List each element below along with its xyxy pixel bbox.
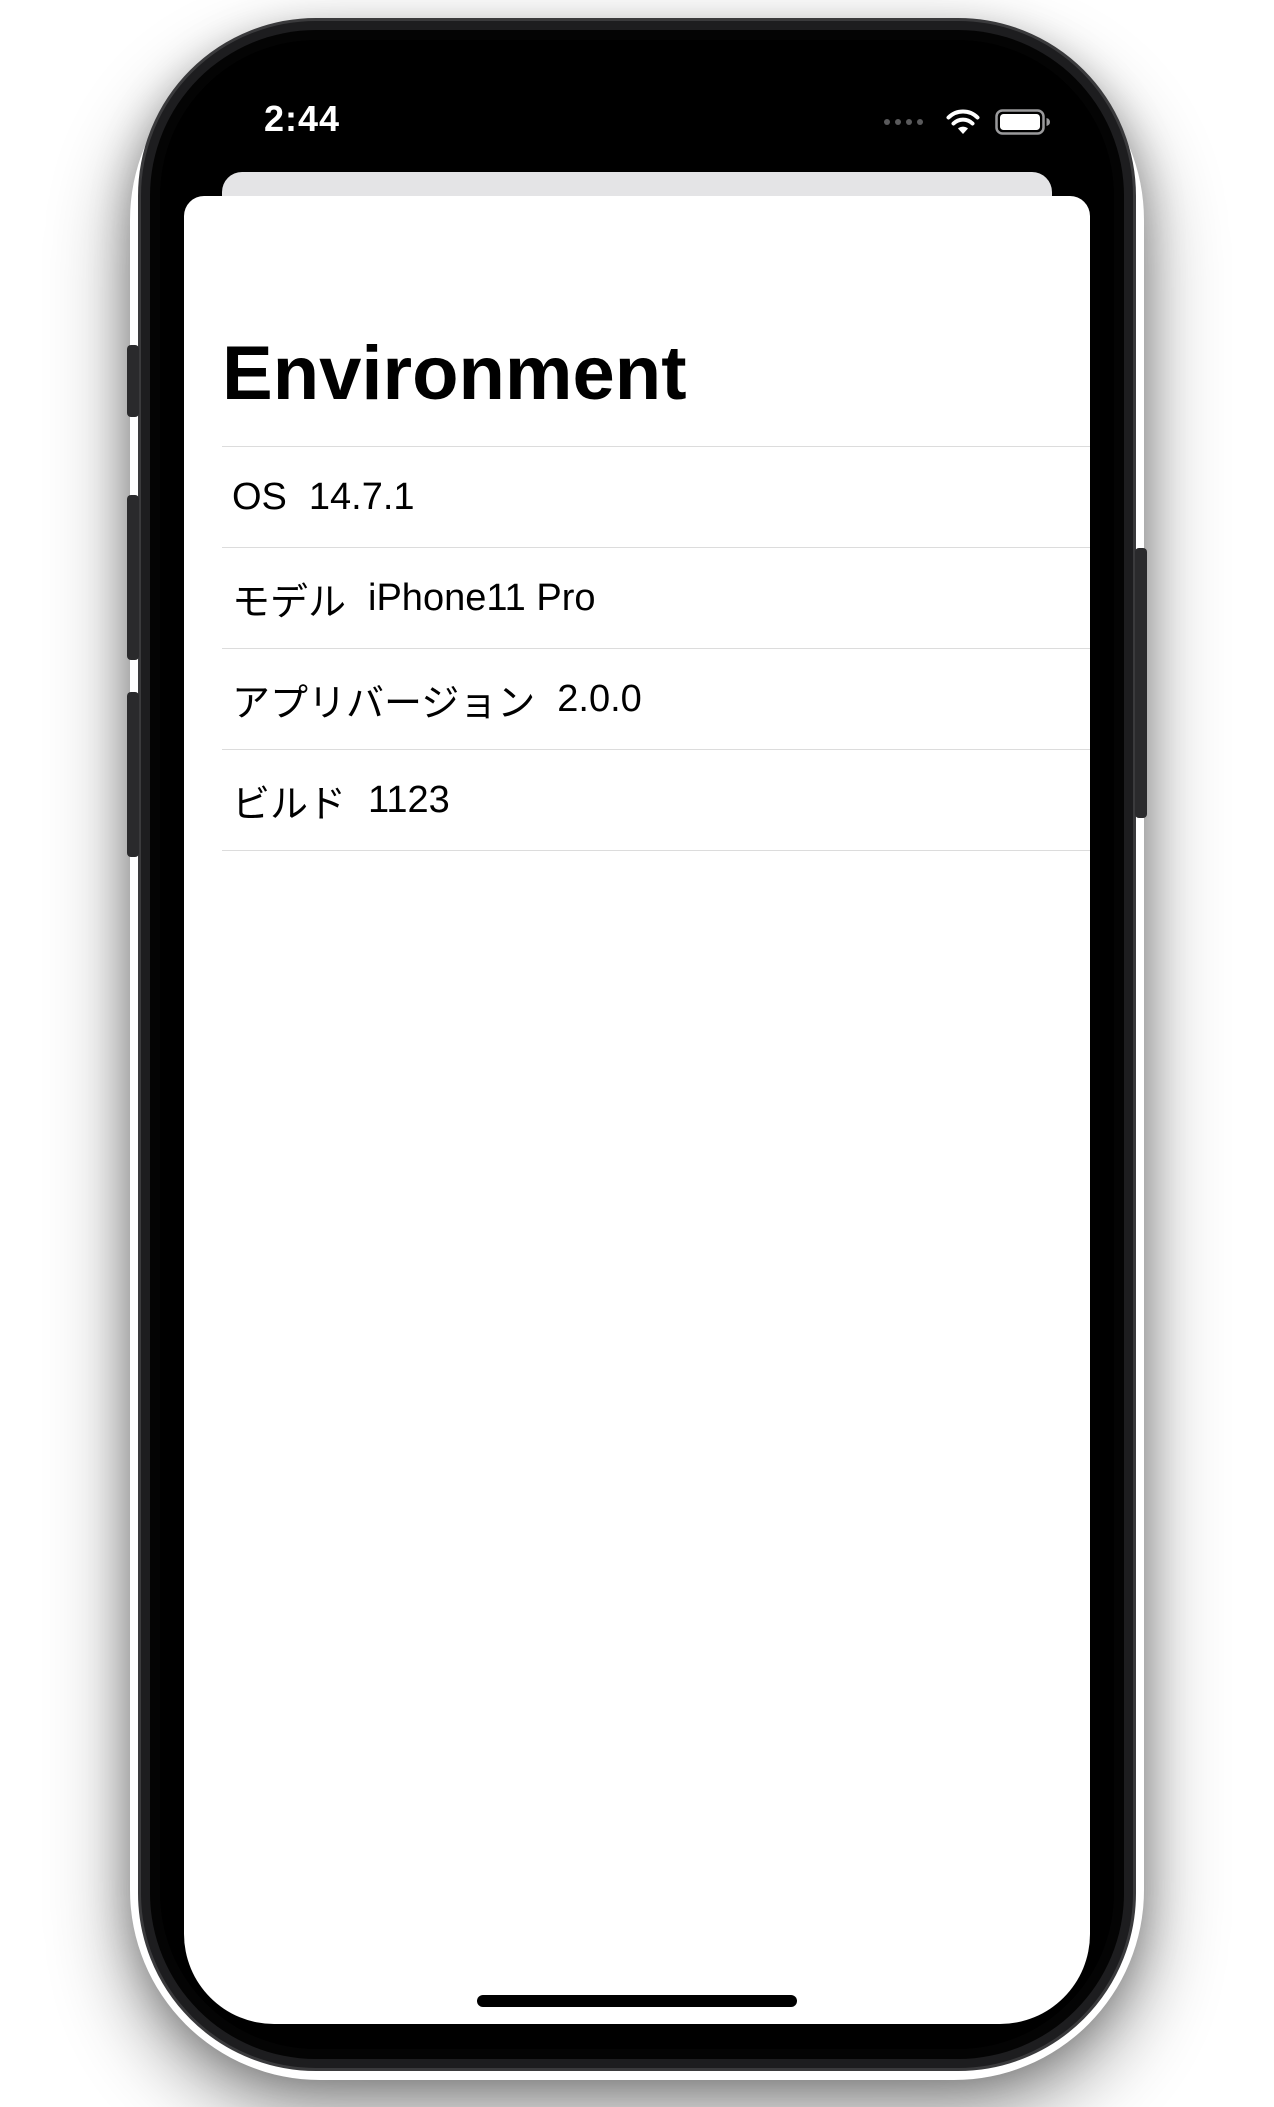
row-label: モデル (232, 581, 347, 624)
row-value: iPhone11 Pro (368, 576, 596, 619)
row-label: OS (232, 475, 287, 518)
row-value: 14.7.1 (308, 475, 415, 518)
volume-down-button (127, 692, 139, 857)
environment-list: OS 14.7.1 モデル iPhone11 Pro アプリバージョン 2.0.… (222, 446, 1090, 851)
environment-sheet: Environment OS 14.7.1 モデル iPhone11 Pro ア… (184, 196, 1090, 2024)
list-item-os: OS 14.7.1 (222, 446, 1090, 547)
wifi-icon (946, 109, 980, 134)
row-label: ビルド (232, 783, 347, 826)
mute-switch (127, 345, 139, 417)
home-indicator[interactable] (477, 1995, 797, 2007)
row-label: アプリバージョン (232, 682, 536, 725)
power-button (1135, 548, 1147, 818)
status-time: 2:44 (264, 98, 341, 139)
status-icons (884, 102, 1051, 142)
row-value: 2.0.0 (557, 677, 642, 720)
list-item-build: ビルド 1123 (222, 749, 1090, 851)
list-item-model: モデル iPhone11 Pro (222, 547, 1090, 648)
cellular-dots-icon (884, 119, 923, 125)
row-value: 1123 (368, 778, 450, 821)
list-item-app-version: アプリバージョン 2.0.0 (222, 648, 1090, 749)
volume-up-button (127, 495, 139, 660)
battery-icon (995, 109, 1050, 135)
page-title: Environment (222, 331, 687, 416)
